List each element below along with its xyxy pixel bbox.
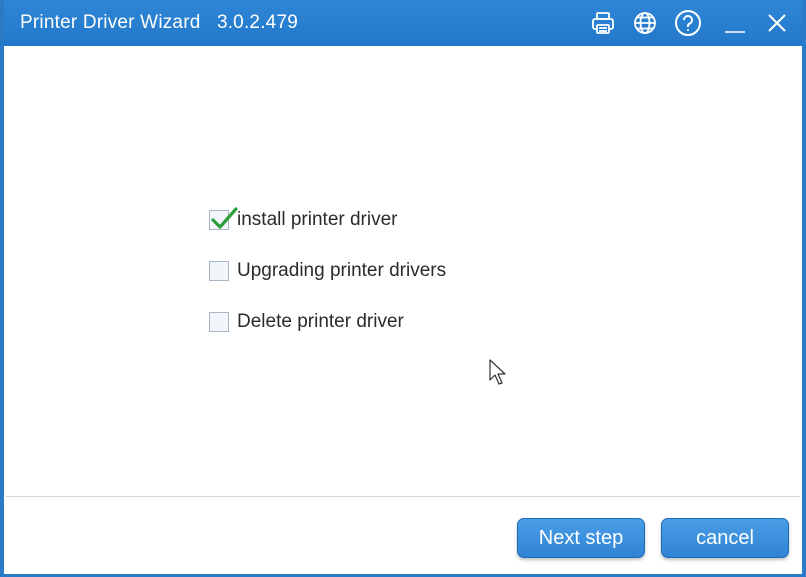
wizard-window: Printer Driver Wizard 3.0.2.479 install … xyxy=(0,0,806,577)
app-version: 3.0.2.479 xyxy=(216,12,298,33)
help-icon xyxy=(675,10,701,36)
close-button[interactable] xyxy=(762,8,792,38)
upgrade-label: Upgrading printer drivers xyxy=(237,260,447,281)
checkmark-icon xyxy=(211,207,238,229)
minimize-icon xyxy=(725,31,745,33)
printer-button[interactable] xyxy=(588,8,618,38)
option-install[interactable]: install printer driver xyxy=(209,206,398,234)
options-panel: install printer driver Upgrading printer… xyxy=(6,46,800,497)
delete-label: Delete printer driver xyxy=(237,311,404,332)
title-bar[interactable]: Printer Driver Wizard 3.0.2.479 xyxy=(4,0,802,46)
minimize-button[interactable] xyxy=(720,8,750,38)
delete-checkbox[interactable] xyxy=(209,312,229,332)
globe-icon xyxy=(634,12,656,34)
mouse-cursor-icon xyxy=(489,359,506,385)
install-checkbox[interactable] xyxy=(209,207,238,230)
cancel-button[interactable]: cancel xyxy=(661,518,789,558)
printer-icon xyxy=(592,12,614,34)
window-title: Printer Driver Wizard 3.0.2.479 xyxy=(20,12,298,34)
language-button[interactable] xyxy=(630,8,660,38)
install-label: install printer driver xyxy=(237,209,398,230)
close-icon xyxy=(768,14,786,32)
option-delete[interactable]: Delete printer driver xyxy=(209,308,404,336)
help-button[interactable] xyxy=(673,8,703,38)
app-name: Printer Driver Wizard xyxy=(20,12,201,33)
next-step-button[interactable]: Next step xyxy=(517,518,645,558)
upgrade-checkbox[interactable] xyxy=(209,261,229,281)
footer-bar: Next step cancel xyxy=(6,497,800,574)
option-upgrade[interactable]: Upgrading printer drivers xyxy=(209,257,446,285)
